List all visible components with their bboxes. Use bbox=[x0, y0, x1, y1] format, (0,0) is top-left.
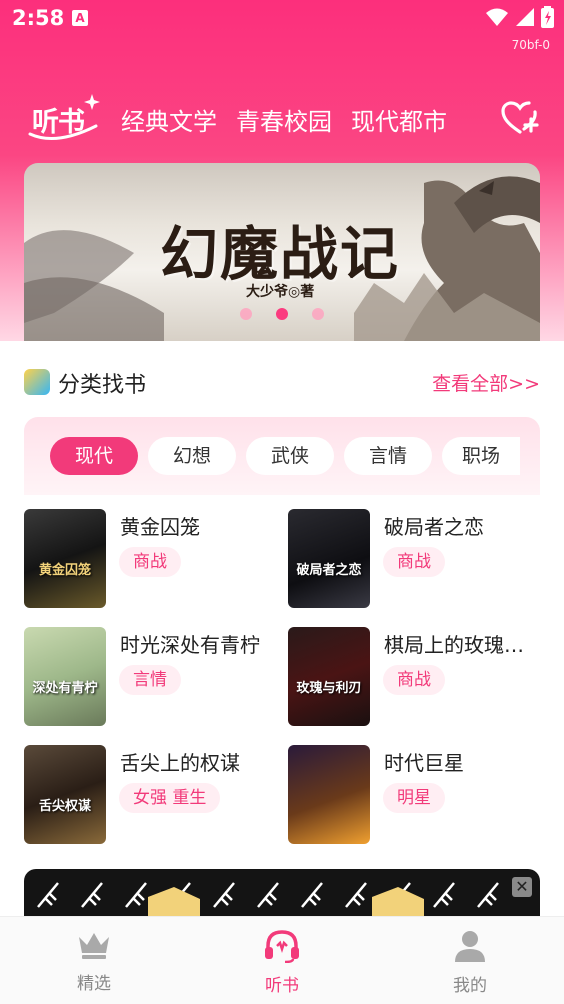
crown-icon bbox=[79, 933, 109, 959]
bottom-nav: 精选 听书 我的 bbox=[0, 916, 564, 1004]
book-title: 舌尖上的权谋 bbox=[120, 751, 240, 775]
book-tag: 商战 bbox=[383, 665, 445, 695]
section-title: 分类找书 bbox=[58, 373, 147, 398]
book-card[interactable]: 深处有青柠 时光深处有青柠言情 bbox=[24, 627, 274, 727]
book-cover: 深处有青柠 bbox=[24, 627, 106, 726]
book-tag: 明星 bbox=[383, 783, 445, 813]
book-cover: 黄金囚笼 bbox=[24, 509, 106, 608]
category-chip[interactable]: 职场 bbox=[442, 437, 520, 475]
cover-text: 玫瑰与利刃 bbox=[296, 681, 362, 696]
book-card[interactable]: 时代巨星 明星 bbox=[288, 745, 538, 845]
tab-modern-city[interactable]: 现代都市 bbox=[351, 102, 447, 137]
favorite-add-icon[interactable] bbox=[500, 100, 540, 136]
carousel-dot[interactable] bbox=[276, 308, 288, 320]
nav-featured[interactable]: 精选 bbox=[54, 929, 134, 994]
book-title: 黄金囚笼 bbox=[120, 515, 200, 539]
nav-audiobook-label: 听书 bbox=[265, 976, 299, 996]
status-time: 2:58 bbox=[12, 6, 65, 30]
book-card[interactable]: 破局者之恋 破局者之恋 商战 bbox=[288, 509, 538, 609]
cover-text: 黄金囚笼 bbox=[38, 563, 91, 578]
category-chips: 现代 幻想 武侠 言情 职场 bbox=[50, 437, 520, 475]
category-emoji-icon bbox=[24, 369, 50, 395]
category-section-header: 分类找书 查看全部>> bbox=[24, 367, 540, 399]
book-cover: 舌尖权谋 bbox=[24, 745, 106, 844]
cover-text: 舌尖权谋 bbox=[38, 799, 91, 814]
notification-icon: A bbox=[72, 10, 88, 26]
ad-banner[interactable]: ✕ bbox=[24, 869, 540, 916]
carousel-dot[interactable] bbox=[312, 308, 324, 320]
app-logo: 听书 bbox=[26, 90, 104, 146]
signal-icon bbox=[516, 8, 534, 26]
nav-audiobook[interactable]: 听书 bbox=[242, 929, 322, 996]
view-all-link[interactable]: 查看全部>> bbox=[432, 369, 540, 396]
main-content: 分类找书 查看全部>> 现代 幻想 武侠 言情 职场 黄金囚笼 黄金囚笼 商战 破局者之恋 破局… bbox=[0, 341, 564, 916]
logo-swoosh-icon bbox=[28, 94, 100, 140]
nav-featured-label: 精选 bbox=[77, 974, 111, 994]
category-chip[interactable]: 言情 bbox=[344, 437, 432, 475]
cover-text: 破局者之恋 bbox=[296, 563, 362, 578]
nav-mine-label: 我的 bbox=[453, 976, 487, 996]
book-cover: 玫瑰与利刃 bbox=[288, 627, 370, 726]
status-bar: 2:58 A 70bf-0 bbox=[0, 0, 564, 52]
ad-artwork bbox=[37, 882, 499, 916]
book-card[interactable]: 黄金囚笼 黄金囚笼 商战 bbox=[24, 509, 274, 609]
category-chip[interactable]: 幻想 bbox=[148, 437, 236, 475]
banner-carousel[interactable]: 幻魔战记 大少爷◎著 bbox=[24, 163, 540, 341]
book-title: 破局者之恋 bbox=[384, 515, 484, 539]
carousel-indicator bbox=[24, 308, 540, 320]
book-title: 时代巨星 bbox=[384, 751, 464, 775]
cover-text: 深处有青柠 bbox=[32, 681, 98, 696]
book-card[interactable]: 玫瑰与利刃 棋局上的玫瑰… 商战 bbox=[288, 627, 538, 727]
wifi-icon bbox=[486, 8, 508, 26]
book-card[interactable]: 舌尖权谋 舌尖上的权谋女强 重生 bbox=[24, 745, 274, 845]
book-tag: 商战 bbox=[119, 547, 181, 577]
ad-close-icon[interactable]: ✕ bbox=[512, 877, 532, 897]
category-chip[interactable]: 武侠 bbox=[246, 437, 334, 475]
build-tag: 70bf-0 bbox=[511, 38, 550, 52]
book-tag: 商战 bbox=[383, 547, 445, 577]
book-cover: 破局者之恋 bbox=[288, 509, 370, 608]
status-icons bbox=[485, 6, 554, 28]
carousel-dot[interactable] bbox=[240, 308, 252, 320]
battery-icon bbox=[541, 6, 554, 28]
headphones-icon bbox=[265, 930, 299, 964]
tab-classic-literature[interactable]: 经典文学 bbox=[121, 102, 217, 137]
header-nav: 听书 经典文学 青春校园 现代都市 bbox=[0, 90, 564, 150]
tab-youth-campus[interactable]: 青春校园 bbox=[236, 102, 332, 137]
book-cover bbox=[288, 745, 370, 844]
book-title: 棋局上的玫瑰… bbox=[384, 633, 524, 657]
user-icon bbox=[455, 931, 485, 962]
category-panel: 现代 幻想 武侠 言情 职场 bbox=[24, 417, 540, 495]
book-tag: 言情 bbox=[119, 665, 181, 695]
banner-title: 幻魔战记 bbox=[160, 220, 401, 288]
book-title: 时光深处有青柠 bbox=[120, 633, 260, 657]
nav-mine[interactable]: 我的 bbox=[430, 929, 510, 996]
banner-author: 大少爷◎著 bbox=[246, 284, 315, 300]
book-tag: 女强 重生 bbox=[119, 783, 221, 813]
category-chip[interactable]: 现代 bbox=[50, 437, 138, 475]
